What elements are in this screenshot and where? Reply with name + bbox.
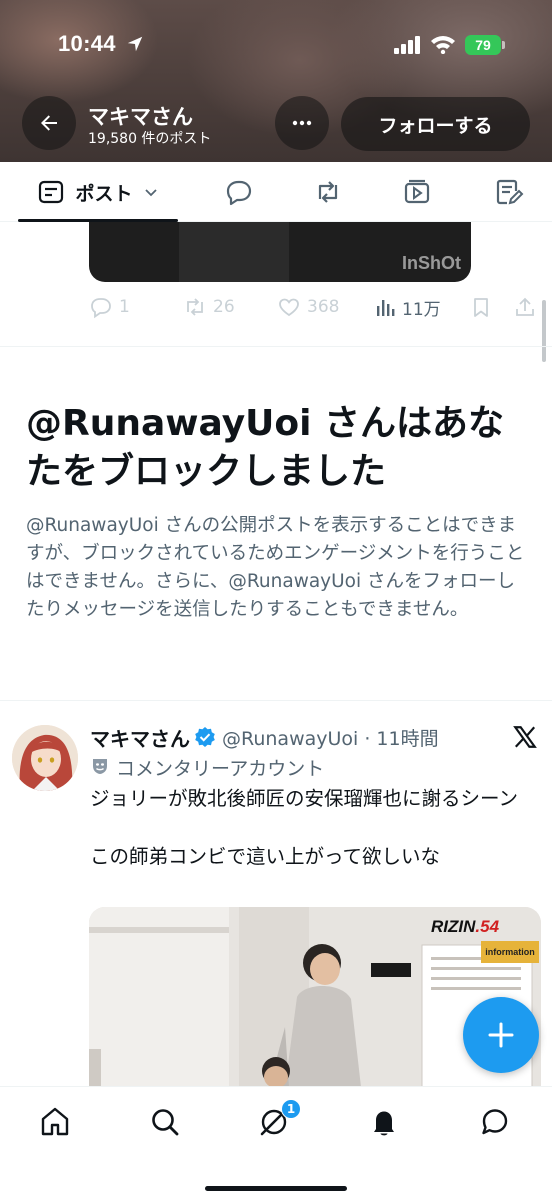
notifications-bell-icon[interactable] xyxy=(367,1105,401,1139)
back-arrow-icon xyxy=(41,115,57,131)
status-bar: 10:44 79 xyxy=(0,0,552,90)
home-indicator xyxy=(205,1186,347,1191)
battery-level: 79 xyxy=(475,37,491,53)
views-action[interactable]: 11万 xyxy=(374,292,441,322)
bottom-navigation: 1 xyxy=(0,1086,552,1200)
rizin-logo: RIZIN.54 xyxy=(431,917,499,937)
chevron-down-icon xyxy=(144,189,157,197)
post-count: 19,580 件のポスト xyxy=(88,131,212,147)
back-button[interactable] xyxy=(22,96,76,150)
plus-icon xyxy=(488,1022,514,1048)
theater-masks-icon xyxy=(93,759,107,774)
more-dots-icon xyxy=(292,120,312,126)
share-action[interactable] xyxy=(514,292,542,322)
notification-badge: 1 xyxy=(281,1099,301,1119)
share-icon xyxy=(516,297,534,316)
bookmark-icon xyxy=(474,298,488,317)
block-notice-title: @RunawayUoi さんはあなたをブロックしました xyxy=(26,403,505,492)
location-arrow-icon xyxy=(127,36,143,52)
x-logo-icon[interactable] xyxy=(512,724,538,750)
media-shadow xyxy=(179,222,289,282)
post-author-name[interactable]: マキマさん xyxy=(90,723,190,752)
information-sign: information xyxy=(485,947,535,957)
views-chart-icon xyxy=(377,300,395,316)
battery-icon: 79 xyxy=(465,35,501,55)
scrollbar-thumb[interactable] xyxy=(542,300,546,362)
tab-posts-label: ポスト xyxy=(75,182,133,205)
search-icon[interactable] xyxy=(148,1105,182,1139)
compose-post-button[interactable] xyxy=(463,997,539,1073)
repost-count: 26 xyxy=(213,297,235,317)
reply-action[interactable]: 1 xyxy=(89,292,130,322)
bookmark-action[interactable] xyxy=(470,292,498,322)
posts-icon xyxy=(39,180,64,204)
previous-post-actions: 1 26 368 11万 xyxy=(89,292,549,322)
repost-action[interactable]: 26 xyxy=(183,292,235,322)
rizin-brand: RIZIN xyxy=(431,917,476,936)
cellular-signal-icon xyxy=(394,36,420,54)
like-action[interactable]: 368 xyxy=(277,292,339,322)
divider xyxy=(0,700,552,701)
wifi-icon xyxy=(431,36,455,54)
reply-count: 1 xyxy=(119,297,130,317)
previous-post-media[interactable]: InShOt xyxy=(89,222,471,282)
tab-posts[interactable]: ポスト xyxy=(18,162,178,222)
home-icon[interactable] xyxy=(38,1105,72,1139)
verified-badge-icon xyxy=(195,727,215,747)
media-icon[interactable] xyxy=(402,177,432,207)
divider xyxy=(0,346,552,347)
media-watermark: InShOt xyxy=(402,253,461,273)
post-handle-time[interactable]: @RunawayUoi · 11時間 xyxy=(222,724,439,751)
profile-name: マキマさん xyxy=(88,105,193,129)
like-count: 368 xyxy=(307,297,340,317)
battery-nub xyxy=(502,41,505,49)
follow-button[interactable]: フォローする xyxy=(341,97,530,151)
profile-tabs: ポスト xyxy=(0,162,552,222)
avatar[interactable] xyxy=(12,725,78,791)
repost-icon xyxy=(187,298,203,316)
more-options-button[interactable] xyxy=(275,96,329,150)
replies-icon[interactable] xyxy=(224,177,254,207)
messages-icon[interactable] xyxy=(478,1105,512,1139)
block-notice-description: @RunawayUoi さんの公開ポストを表示することはできますが、ブロックされ… xyxy=(26,515,525,620)
avatar-image xyxy=(12,725,78,791)
commentary-account-label: コメンタリーアカウント xyxy=(116,758,325,780)
reposts-icon[interactable] xyxy=(313,177,343,207)
view-count: 11万 xyxy=(402,299,441,320)
reply-icon xyxy=(91,298,111,319)
articles-icon[interactable] xyxy=(494,177,524,207)
post-text: ジョリーが敗北後師匠の安保瑠輝也に謝るシーン この師弟コンビで這い上がって欲しい… xyxy=(90,787,519,868)
heart-icon xyxy=(279,298,299,317)
status-time: 10:44 xyxy=(58,31,116,56)
rizin-event-number: .54 xyxy=(475,917,500,936)
